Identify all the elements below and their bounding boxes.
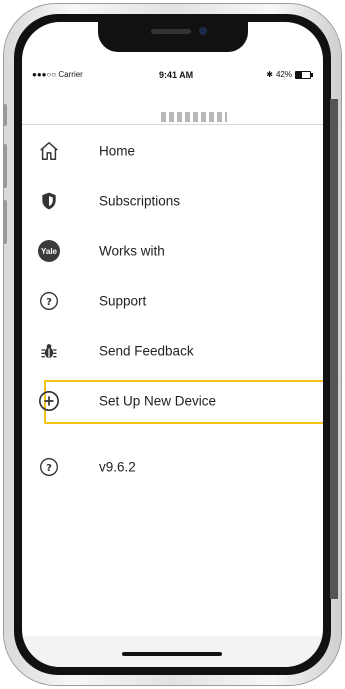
phone-frame: ●●●○○ Carrier 9:41 AM ✱ 42% Home Subscri… bbox=[3, 4, 341, 685]
menu-item-label: Support bbox=[99, 293, 147, 309]
notch bbox=[98, 22, 248, 52]
volume-down-button bbox=[3, 200, 7, 244]
phone-bezel: ●●●○○ Carrier 9:41 AM ✱ 42% Home Subscri… bbox=[14, 14, 331, 675]
yale-badge: Yale bbox=[38, 240, 60, 262]
menu-item-set-up-new-device[interactable]: Set Up New Device bbox=[22, 376, 323, 426]
svg-text:?: ? bbox=[46, 463, 52, 474]
header-cut-off-title bbox=[161, 112, 227, 122]
home-indicator[interactable] bbox=[122, 652, 222, 656]
drawer-header bbox=[22, 84, 323, 125]
menu-item-home[interactable]: Home bbox=[22, 126, 323, 176]
menu-item-works-with[interactable]: Yale Works with bbox=[22, 226, 323, 276]
plus-circle-icon bbox=[38, 390, 60, 412]
shield-icon bbox=[38, 190, 60, 212]
side-menu: Home Subscriptions Yale Works with ? Sup… bbox=[22, 126, 323, 492]
screen: ●●●○○ Carrier 9:41 AM ✱ 42% Home Subscri… bbox=[22, 22, 323, 667]
menu-item-label: Set Up New Device bbox=[99, 393, 217, 409]
yale-logo-icon: Yale bbox=[38, 240, 60, 262]
underlying-screen-edge bbox=[330, 99, 338, 599]
front-camera bbox=[199, 27, 207, 35]
question-circle-icon: ? bbox=[38, 456, 60, 478]
menu-item-label: Subscriptions bbox=[99, 193, 181, 209]
menu-item-send-feedback[interactable]: Send Feedback bbox=[22, 326, 323, 376]
menu-item-subscriptions[interactable]: Subscriptions bbox=[22, 176, 323, 226]
mute-switch bbox=[3, 104, 7, 126]
volume-up-button bbox=[3, 144, 7, 188]
status-bar: ●●●○○ Carrier 9:41 AM ✱ 42% bbox=[22, 66, 323, 84]
status-time: 9:41 AM bbox=[159, 70, 194, 80]
battery-percent: 42% bbox=[275, 70, 292, 79]
bluetooth-icon: ✱ bbox=[266, 70, 273, 79]
version-label: v9.6.2 bbox=[99, 459, 136, 475]
svg-text:?: ? bbox=[46, 297, 52, 308]
speaker-grille bbox=[151, 29, 191, 34]
battery-status: ✱ 42% bbox=[266, 70, 313, 79]
carrier-label: ●●●○○ Carrier bbox=[32, 70, 83, 79]
home-icon bbox=[38, 140, 60, 162]
bug-icon bbox=[38, 340, 60, 362]
menu-item-support[interactable]: ? Support bbox=[22, 276, 323, 326]
menu-item-label: Send Feedback bbox=[99, 343, 194, 359]
question-circle-icon: ? bbox=[38, 290, 60, 312]
battery-icon bbox=[295, 70, 313, 79]
menu-item-label: Home bbox=[99, 143, 136, 159]
menu-item-version[interactable]: ? v9.6.2 bbox=[22, 442, 323, 492]
menu-spacer bbox=[22, 426, 323, 442]
menu-item-label: Works with bbox=[99, 243, 165, 259]
